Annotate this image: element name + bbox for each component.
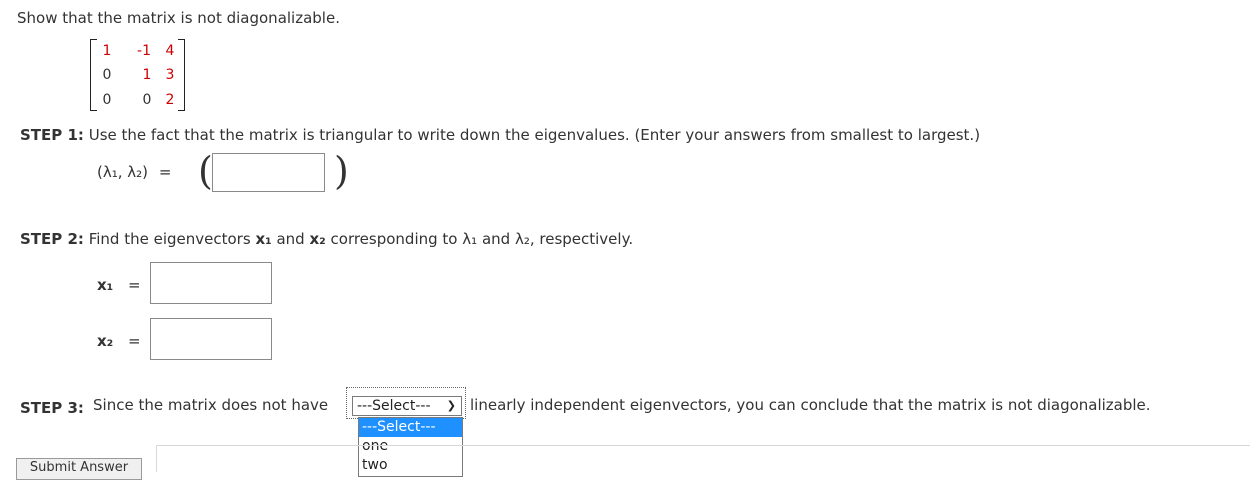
count-select[interactable]: ---Select--- ❯ bbox=[352, 396, 462, 416]
chevron-down-icon: ❯ bbox=[446, 399, 456, 412]
step1-text: Use the fact that the matrix is triangul… bbox=[88, 126, 981, 144]
equals-sign: = bbox=[158, 163, 172, 181]
matrix-cell: 0 bbox=[102, 92, 112, 108]
step2-row: STEP 2: Find the eigenvectors x₁ and x₂ … bbox=[20, 230, 633, 248]
matrix-cell: 2 bbox=[165, 92, 175, 108]
x1-label-row: x₁ = bbox=[97, 276, 141, 294]
x1-input[interactable] bbox=[150, 262, 272, 304]
step3-label-wrap: STEP 3: bbox=[20, 399, 84, 417]
and-text-2: and bbox=[481, 230, 511, 248]
open-paren-icon: ( bbox=[198, 149, 213, 193]
step3-text-a: Since the matrix does not have bbox=[93, 396, 329, 414]
select-option[interactable]: two bbox=[359, 456, 462, 475]
select-value: ---Select--- bbox=[357, 398, 431, 414]
question-text: Show that the matrix is not diagonalizab… bbox=[17, 9, 340, 27]
lambda-pair: (λ₁, λ₂) bbox=[97, 163, 149, 181]
equals-sign: = bbox=[128, 332, 141, 350]
and-text: and bbox=[276, 230, 305, 248]
divider bbox=[156, 445, 1250, 446]
divider bbox=[156, 445, 157, 472]
eigenvalue-lhs: (λ₁, λ₂) = bbox=[97, 163, 171, 181]
matrix-left-bracket bbox=[90, 39, 97, 111]
step3-label: STEP 3: bbox=[20, 399, 84, 417]
lambda1-symbol: λ₁ bbox=[462, 230, 478, 248]
select-dropdown: ---Select--- one two bbox=[358, 417, 463, 477]
step1-row: STEP 1: Use the fact that the matrix is … bbox=[20, 126, 980, 144]
matrix-cell: -1 bbox=[137, 43, 151, 59]
step2-text-a: Find the eigenvectors bbox=[88, 230, 251, 248]
x1-label: x₁ bbox=[97, 276, 114, 294]
x1-symbol: x₁ bbox=[255, 230, 272, 248]
x2-symbol: x₂ bbox=[309, 230, 326, 248]
matrix-cell: 3 bbox=[165, 67, 175, 83]
step2-text-b: corresponding to bbox=[330, 230, 458, 248]
matrix-right-bracket bbox=[178, 39, 185, 111]
submit-answer-button[interactable]: Submit Answer bbox=[16, 458, 142, 480]
select-option[interactable]: one bbox=[359, 437, 462, 456]
x2-label-row: x₂ = bbox=[97, 332, 141, 350]
x2-input[interactable] bbox=[150, 318, 272, 360]
step1-label: STEP 1: bbox=[20, 126, 84, 144]
matrix-cell: 1 bbox=[142, 67, 152, 83]
matrix-cell: 1 bbox=[102, 43, 112, 59]
equals-sign: = bbox=[128, 276, 141, 294]
matrix-cell: 4 bbox=[165, 43, 175, 59]
x2-label: x₂ bbox=[97, 332, 114, 350]
matrix-cell: 0 bbox=[142, 92, 152, 108]
matrix-cell: 0 bbox=[102, 67, 112, 83]
matrix: 1 -1 4 0 1 3 0 0 2 bbox=[90, 39, 185, 111]
eigenvalues-input[interactable] bbox=[212, 153, 325, 192]
step3-text-b: linearly independent eigenvectors, you c… bbox=[470, 396, 1151, 414]
select-option[interactable]: ---Select--- bbox=[359, 418, 462, 437]
close-paren-icon: ) bbox=[334, 149, 349, 193]
lambda2-symbol: λ₂, respectively. bbox=[514, 230, 634, 248]
step2-label: STEP 2: bbox=[20, 230, 84, 248]
